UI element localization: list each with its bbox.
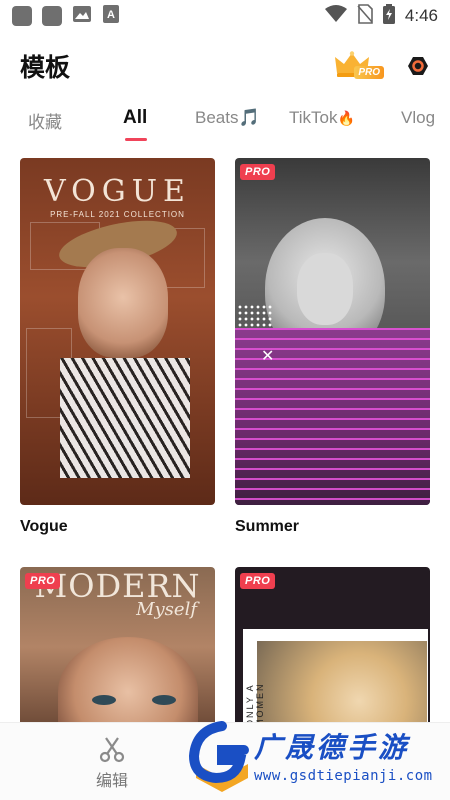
tab-tiktok-label: TikTok xyxy=(289,108,338,127)
template-title-summer: Summer xyxy=(235,518,300,535)
status-bar: A 4:46 xyxy=(0,0,450,32)
tab-favorites[interactable]: 收藏 xyxy=(28,108,62,133)
nav-edit-button[interactable]: 编辑 xyxy=(82,735,142,791)
model-face xyxy=(297,253,353,325)
dot-pattern xyxy=(237,304,273,328)
fire-icon: 🔥 xyxy=(337,110,355,126)
scissors-icon xyxy=(99,737,125,763)
template-card-vogue[interactable]: VOGUE PRE-FALL 2021 COLLECTION xyxy=(20,158,215,505)
vertical-caption: ONLY A MOMEN xyxy=(245,682,265,728)
category-tabs: 收藏 All Beats🎵 TikTok🔥 Vlog xyxy=(0,100,450,144)
model-face xyxy=(58,637,198,727)
vogue-masthead: VOGUE xyxy=(44,174,191,209)
watermark-logo: 广晟德手游 www.gsdtiepianji.com xyxy=(186,718,450,800)
model-photo xyxy=(257,641,427,727)
music-note-icon: 🎵 xyxy=(238,108,260,127)
no-sim-icon xyxy=(357,3,373,29)
model-eye xyxy=(152,695,176,705)
watermark-g-logo-icon xyxy=(188,721,249,792)
pro-badge: PRO xyxy=(25,573,61,589)
header: 模板 PRO xyxy=(0,40,450,92)
pro-button[interactable]: PRO xyxy=(334,49,384,83)
tab-tiktok[interactable]: TikTok🔥 xyxy=(289,108,355,128)
tab-all[interactable]: All xyxy=(123,107,147,129)
app-notification-icon xyxy=(42,6,62,26)
image-icon xyxy=(72,5,92,28)
pro-tag: PRO xyxy=(354,66,384,79)
pro-badge: PRO xyxy=(240,164,276,180)
nav-edit-label: 编辑 xyxy=(95,773,128,790)
model-eye xyxy=(92,695,116,705)
active-tab-indicator xyxy=(125,138,147,141)
watermark-text: 广晟德手游 xyxy=(254,731,410,764)
striped-shirt xyxy=(60,358,190,478)
template-card-summer[interactable]: PRO ✕ xyxy=(235,158,430,505)
wifi-icon xyxy=(324,4,347,28)
watermark-url: www.gsdtiepianji.com xyxy=(254,768,433,784)
page-title: 模板 xyxy=(20,53,71,82)
svg-text:A: A xyxy=(107,9,115,21)
vogue-subtitle: PRE-FALL 2021 COLLECTION xyxy=(50,210,185,219)
tab-vlog[interactable]: Vlog xyxy=(401,108,435,128)
settings-icon xyxy=(408,57,428,75)
tab-beats-label: Beats xyxy=(195,108,239,127)
battery-charging-icon xyxy=(382,3,395,29)
cross-decoration-icon: ✕ xyxy=(261,348,275,365)
status-time: 4:46 xyxy=(404,6,438,25)
pro-badge: PRO xyxy=(240,573,276,589)
template-title-vogue: Vogue xyxy=(20,518,68,535)
model-face xyxy=(78,248,168,358)
font-icon: A xyxy=(102,4,120,29)
settings-button[interactable] xyxy=(406,54,430,78)
template-card-modern[interactable]: MODERN Myself PRO xyxy=(20,567,215,727)
app-notification-icon xyxy=(12,6,32,26)
template-card-moment[interactable]: PRO ONLY A MOMEN xyxy=(235,567,430,727)
tab-beats[interactable]: Beats🎵 xyxy=(195,108,260,128)
modern-script: Myself xyxy=(136,599,197,620)
